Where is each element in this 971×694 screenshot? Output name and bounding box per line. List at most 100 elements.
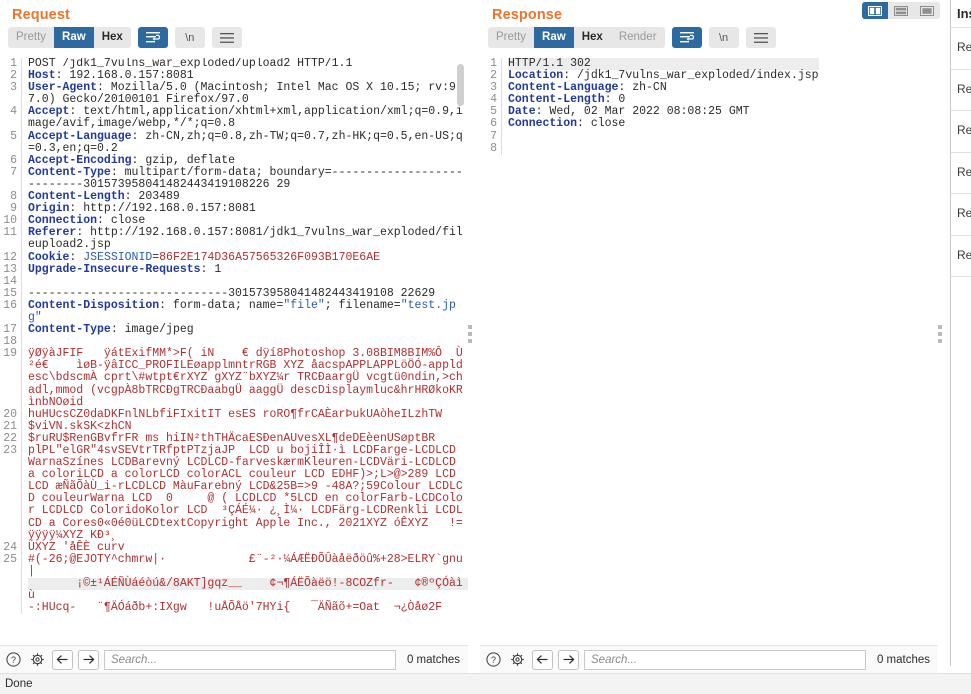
status-bar: Done <box>0 673 971 694</box>
response-find-prev-arrow-left-icon[interactable] <box>532 649 553 670</box>
inspector-section-1[interactable]: Request attributes <box>951 27 971 69</box>
code-token: : form-data; name= <box>159 298 284 312</box>
line-number: 11 <box>3 226 17 240</box>
line-number: 3 <box>10 81 17 95</box>
arrow-left-glyph <box>56 655 68 664</box>
newline-label: \n <box>185 31 195 44</box>
code-line: plPL"elGR"4svSEVtrTRfptPTzjaJP LCD u boj… <box>28 444 468 542</box>
line-number: 13 <box>3 262 17 276</box>
layout-single-pane-icon[interactable] <box>914 2 940 19</box>
response-newline-toggle[interactable]: \n <box>708 27 739 48</box>
layout-split-horizontal-icon[interactable] <box>888 2 914 19</box>
response-tab-hex[interactable]: Hex <box>573 27 611 48</box>
code-line: Accept: text/html,application/xhtml+xml,… <box>28 106 468 130</box>
code-line: Content-Type: multipart/form-data; bound… <box>28 166 468 191</box>
line-number: 12 <box>3 250 17 264</box>
code-line-overflow: -:HUcq- ¨¶ÄÓáðb+:IXgw !uÅÕÅö'7HYi{ ¯ÄÑãõ… <box>28 602 468 614</box>
request-find-prev-arrow-left-icon[interactable] <box>52 649 73 670</box>
line-number: 25 <box>3 552 17 566</box>
code-token: JSESSIONID <box>83 250 153 264</box>
request-message-body[interactable]: POST /jdk1_7vulns_war_exploded/upload2 H… <box>22 58 468 614</box>
request-word-wrap-icon[interactable] <box>137 27 168 48</box>
hamburger-glyph <box>753 32 768 43</box>
code-token: $viVN.skSK<zhCN <box>28 419 132 433</box>
response-tab-render[interactable]: Render <box>610 27 665 48</box>
inspector-section-5[interactable]: Request headers <box>951 193 971 235</box>
hamburger-glyph <box>219 32 234 43</box>
code-token: Content-Disposition <box>28 298 160 312</box>
code-token: : image/jpeg <box>110 323 194 337</box>
line-number: 16 <box>3 298 17 312</box>
response-pane: Response Pretty Raw Hex Render \n 1 2 3 … <box>480 0 938 666</box>
code-token: Cookie <box>28 250 70 264</box>
code-token: Content-Length <box>28 190 125 204</box>
response-find-next-arrow-right-icon[interactable] <box>558 649 579 670</box>
request-newline-toggle[interactable]: \n <box>174 27 205 48</box>
response-code-area[interactable]: 12345678 HTTP/1.1 302 Location: /jdk1_7vu… <box>480 58 938 666</box>
line-number: 4 <box>10 105 17 119</box>
newline-label: \n <box>718 31 729 44</box>
request-match-count: 0 matches <box>406 653 460 666</box>
code-token: : http://192.168.0.157:8081 <box>69 202 256 216</box>
response-settings-gear-icon[interactable] <box>508 650 527 669</box>
request-tab-hex[interactable]: Hex <box>93 27 131 48</box>
inspector-section-6[interactable]: Response headers <box>951 234 971 277</box>
request-hamburger-menu-icon[interactable] <box>211 27 242 48</box>
response-help-icon[interactable]: ? <box>484 650 503 669</box>
code-token: : 0 <box>604 93 626 107</box>
code-token: Upgrade-Insecure-Requests <box>28 262 201 276</box>
arrow-right-glyph <box>83 655 95 664</box>
response-tab-raw[interactable]: Raw <box>534 27 574 48</box>
response-hamburger-menu-icon[interactable] <box>745 27 776 48</box>
code-token: : <box>69 250 84 264</box>
code-token: : text/html,application/xhtml+xml,applic… <box>28 105 463 131</box>
response-tab-pretty[interactable]: Pretty <box>488 27 535 48</box>
request-tab-raw[interactable]: Raw <box>54 27 94 48</box>
request-code-area[interactable]: 123.4.5.67.891011.1213141516.171819....2… <box>0 58 468 666</box>
code-token: -----------------------------30157395804… <box>28 286 436 300</box>
request-line-numbers: 123.4.5.67.891011.1213141516.171819....2… <box>0 58 22 615</box>
inspector-section-list: Request attributesRequest query paramete… <box>951 27 971 276</box>
line-number: 20 <box>3 407 17 421</box>
code-token: -:HUcq- ¨¶ÄÓáðb+:IXgw !uÅÕÅö'7HYi{ ¯ÄÑãõ… <box>28 601 443 615</box>
gear-glyph <box>31 653 44 666</box>
code-token: Accept-Language <box>28 129 132 143</box>
request-tab-pretty[interactable]: Pretty <box>8 27 55 48</box>
line-number: 6 <box>490 117 497 131</box>
code-token: ¡©±¹ÁÉÑÙáéòú&/8AKT]gqz__ ¢¬¶ÁËÕàëö!-8COZ… <box>28 577 463 591</box>
request-editor-toolbar: Pretty Raw Hex \n <box>0 23 468 53</box>
code-line: Accept-Language: zh-CN,zh;q=0.8,zh-TW;q=… <box>28 129 468 155</box>
response-search-input[interactable] <box>584 649 866 670</box>
response-message-body[interactable]: HTTP/1.1 302 Location: /jdk1_7vulns_war_e… <box>502 58 819 155</box>
request-help-icon[interactable]: ? <box>4 650 23 669</box>
line-number: 8 <box>490 141 497 155</box>
code-token: Accept <box>28 105 70 119</box>
response-find-bar: ? Search... 0 matches <box>480 645 938 673</box>
horizontal-splitter-handle[interactable] <box>468 325 472 343</box>
code-token: plPL"elGR"4svSEVtrTRfptPTzjaJP LCD u boj… <box>28 444 463 542</box>
inspector-section-3[interactable]: Request body parameters <box>951 110 971 152</box>
request-find-next-arrow-right-icon[interactable] <box>78 649 99 670</box>
response-line-numbers: 12345678 <box>480 58 502 155</box>
status-text: Done <box>5 678 33 690</box>
code-token: Accept-Encoding <box>28 153 132 167</box>
request-settings-gear-icon[interactable] <box>28 650 47 669</box>
request-panel-title: Request <box>12 7 70 23</box>
svg-text:?: ? <box>11 655 16 665</box>
request-search-input[interactable] <box>104 649 396 670</box>
inspector-section-2[interactable]: Request query parameters <box>951 68 971 111</box>
response-editor-toolbar: Pretty Raw Hex Render \n <box>480 23 938 53</box>
request-scrollbar-thumb[interactable] <box>457 64 464 106</box>
response-word-wrap-icon[interactable] <box>671 27 702 48</box>
split-vertical-glyph <box>868 5 882 16</box>
code-token: Connection <box>508 117 578 131</box>
code-token: 86F2E174D36A57565326F093B170E6AE <box>159 250 380 264</box>
gear-glyph <box>511 653 524 666</box>
layout-split-vertical-icon[interactable] <box>862 2 888 19</box>
split-horizontal-glyph <box>894 5 908 16</box>
code-token: Location <box>508 69 564 83</box>
inspector-splitter-handle[interactable] <box>938 325 942 343</box>
code-line: Content-Type: image/jpeg <box>28 324 468 336</box>
inspector-section-4[interactable]: Request cookies <box>951 151 971 194</box>
